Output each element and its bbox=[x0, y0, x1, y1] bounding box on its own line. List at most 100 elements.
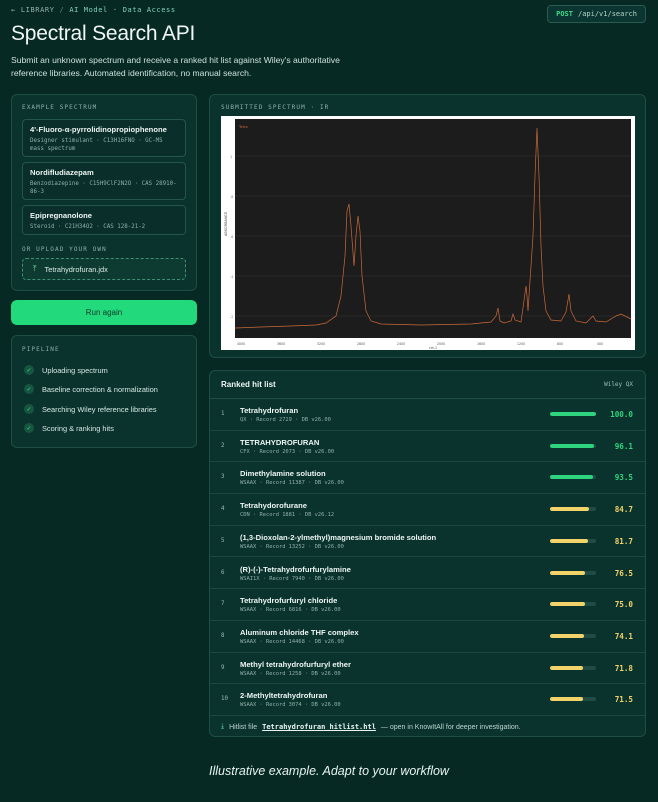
spectrum-plot: 1 .8 .6 .4 .2 4000 3600 3200 2800 2400 2000 1600… bbox=[224, 119, 632, 350]
score-bar bbox=[550, 507, 596, 512]
hit-rank: 5 bbox=[221, 537, 225, 544]
hit-score: 71.5 bbox=[614, 695, 633, 705]
y-axis-label: ABSORBANCE bbox=[224, 212, 228, 236]
score-bar bbox=[550, 602, 596, 607]
score-bar-fill bbox=[550, 475, 593, 480]
sample-name: 4'-Fluoro-α-pyrrolidinopropiophenone bbox=[30, 125, 167, 134]
score-bar-fill bbox=[550, 602, 585, 607]
pipeline-step: ✓ Searching Wiley reference libraries bbox=[24, 404, 157, 414]
hit-name: Aluminum chloride THF complex bbox=[240, 627, 359, 637]
score-bar-fill bbox=[550, 633, 585, 638]
hit-meta: WSAI1X · Record 7940 · DB v26.00 bbox=[240, 575, 344, 582]
hit-score: 81.7 bbox=[614, 536, 633, 546]
score-bar bbox=[550, 538, 596, 543]
sample-card-1[interactable]: 4'-Fluoro-α-pyrrolidinopropiophenone Des… bbox=[22, 119, 186, 157]
sample-meta: Benzodiazepine · C15H9ClF2N2O · CAS 2891… bbox=[30, 181, 177, 195]
upload-dropzone[interactable]: ⤒ Tetrahydrofuran.jdx bbox=[22, 258, 186, 280]
hit-meta: WSAAX · Record 13252 · DB v26.00 bbox=[240, 543, 344, 550]
score-column-label: Wiley QX bbox=[604, 381, 633, 388]
check-icon: ✓ bbox=[24, 423, 34, 433]
breadcrumb-dot: · bbox=[112, 6, 118, 14]
hit-rank: 6 bbox=[221, 569, 225, 576]
hit-score: 93.5 bbox=[614, 473, 633, 483]
score-bar bbox=[550, 665, 596, 670]
hit-meta: QX · Record 2729 · DB v26.00 bbox=[240, 417, 331, 423]
hit-row[interactable]: 2 TETRAHYDROFURAN CFX · Record 2073 · DB v… bbox=[210, 431, 645, 463]
hit-name: (1,3-Dioxolan-2-ylmethyl)magnesium bromi… bbox=[240, 532, 437, 542]
svg-text:400: 400 bbox=[597, 342, 603, 346]
footer-suffix: — open in KnowItAll for deeper investiga… bbox=[380, 723, 521, 731]
page-title: Spectral Search API bbox=[11, 22, 196, 45]
score-bar bbox=[550, 570, 596, 575]
example-spectrum-label: EXAMPLE SPECTRUM bbox=[22, 104, 98, 111]
svg-text:1200: 1200 bbox=[517, 342, 525, 346]
pipeline-label: PIPELINE bbox=[22, 346, 60, 353]
svg-text:2400: 2400 bbox=[397, 342, 405, 346]
breadcrumb-root[interactable]: LIBRARY bbox=[21, 6, 55, 14]
hitlist-footer: ⤓ Hitlist file Tetrahydrofuran_hitlist.h… bbox=[221, 723, 521, 731]
pipeline-step-label: Scoring & ranking hits bbox=[42, 423, 114, 433]
sample-card-3[interactable]: Epipregnanolone Steroid · C21H34O2 · CAS… bbox=[22, 205, 186, 235]
svg-text:.8: .8 bbox=[230, 195, 233, 199]
spectrum-image: 1 .8 .6 .4 .2 4000 3600 3200 2800 2400 2000 1600… bbox=[221, 116, 635, 350]
score-bar-fill bbox=[550, 665, 584, 670]
hit-row[interactable]: 6 (R)-(-)-Tetrahydrofurfurylamine WSAI1X ·… bbox=[210, 558, 645, 590]
hit-score: 100.0 bbox=[610, 410, 633, 419]
hit-meta: WSAAX · Record 1258 · DB v26.00 bbox=[240, 670, 341, 677]
hit-row[interactable]: 9 Methyl tetrahydrofurfuryl ether WSAAX · … bbox=[210, 653, 645, 685]
hit-row[interactable]: 8 Aluminum chloride THF complex WSAAX · Re… bbox=[210, 621, 645, 653]
hit-row[interactable]: 1 Tetrahydrofuran QX · Record 2729 · DB v2… bbox=[210, 399, 645, 431]
hit-rank: 9 bbox=[221, 664, 225, 671]
pipeline-step: ✓ Baseline correction & normalization bbox=[24, 384, 158, 394]
svg-text:800: 800 bbox=[557, 342, 563, 346]
score-bar bbox=[550, 443, 596, 448]
svg-text:3600: 3600 bbox=[277, 342, 285, 346]
hit-score: 96.1 bbox=[614, 441, 633, 451]
run-again-button[interactable]: Run again bbox=[11, 300, 197, 325]
hit-name: Methyl tetrahydrofurfuryl ether bbox=[240, 659, 351, 669]
score-bar-fill bbox=[550, 507, 589, 512]
score-bar-fill bbox=[550, 570, 586, 575]
hit-row[interactable]: 10 2-Methyltetrahydrofuran WSAAX · Record … bbox=[210, 684, 645, 716]
endpoint-path: /api/v1/search bbox=[577, 10, 637, 18]
breadcrumb: ← LIBRARY / AI Model · Data Access bbox=[11, 6, 176, 14]
hit-row[interactable]: 4 Tetrahydorofurane CDN · Record 1881 · DB… bbox=[210, 494, 645, 526]
svg-text:.4: .4 bbox=[230, 275, 234, 279]
footer-prefix: Hitlist file bbox=[229, 723, 258, 731]
x-ticks: 4000 3600 3200 2800 2400 2000 1600 1200 800 40… bbox=[237, 342, 603, 346]
breadcrumb-section[interactable]: AI Model bbox=[69, 6, 108, 14]
score-bar bbox=[550, 412, 596, 416]
score-bar-fill bbox=[550, 538, 588, 543]
hit-name: Tetrahydrofurfuryl chloride bbox=[240, 596, 338, 606]
hit-name: 2-Methyltetrahydrofuran bbox=[240, 691, 328, 701]
hit-row[interactable]: 7 Tetrahydrofurfuryl chloride WSAAX · Reco… bbox=[210, 589, 645, 621]
check-icon: ✓ bbox=[24, 404, 34, 414]
hit-meta: WSAAX · Record 11387 · DB v26.00 bbox=[240, 480, 344, 487]
pipeline-step: ✓ Scoring & ranking hits bbox=[24, 423, 114, 433]
sample-name: Nordifludiazepam bbox=[30, 168, 94, 177]
hit-row[interactable]: 5 (1,3-Dioxolan-2-ylmethyl)magnesium brom… bbox=[210, 526, 645, 558]
hit-row[interactable]: 3 Dimethylamine solution WSAAX · Record 11… bbox=[210, 462, 645, 495]
sample-name: Epipregnanolone bbox=[30, 211, 93, 220]
hit-name: Tetrahydorofurane bbox=[240, 501, 307, 511]
hit-meta: WSAAX · Record 6816 · DB v26.00 bbox=[240, 607, 341, 614]
hit-score: 71.8 bbox=[614, 663, 633, 673]
sample-card-2[interactable]: Nordifludiazepam Benzodiazepine · C15H9C… bbox=[22, 162, 186, 200]
breadcrumb-page: Data Access bbox=[122, 6, 176, 14]
score-bar-fill bbox=[550, 443, 595, 448]
svg-text:1600: 1600 bbox=[477, 342, 485, 346]
score-bar bbox=[550, 475, 596, 480]
hitlist-file-link[interactable]: Tetrahydrofuran_hitlist.htl bbox=[262, 723, 376, 731]
svg-text:.2: .2 bbox=[230, 315, 233, 319]
y-ticks: 1 .8 .6 .4 .2 bbox=[230, 155, 234, 319]
breadcrumb-back-icon[interactable]: ← bbox=[11, 6, 16, 14]
pipeline-step: ✓ Uploading spectrum bbox=[24, 365, 108, 375]
svg-text:3200: 3200 bbox=[317, 342, 325, 346]
svg-text:2000: 2000 bbox=[437, 342, 445, 346]
hit-score: 76.5 bbox=[614, 568, 633, 578]
hit-meta: WSAAX · Record 14468 · DB v26.00 bbox=[240, 638, 344, 645]
hit-list-header: Ranked hit list Wiley QX bbox=[210, 371, 645, 399]
plot-area bbox=[235, 119, 631, 338]
score-bar-fill bbox=[550, 412, 596, 416]
sample-meta: Designer stimulant · C13H16FNO · GC-MS m… bbox=[30, 138, 163, 152]
